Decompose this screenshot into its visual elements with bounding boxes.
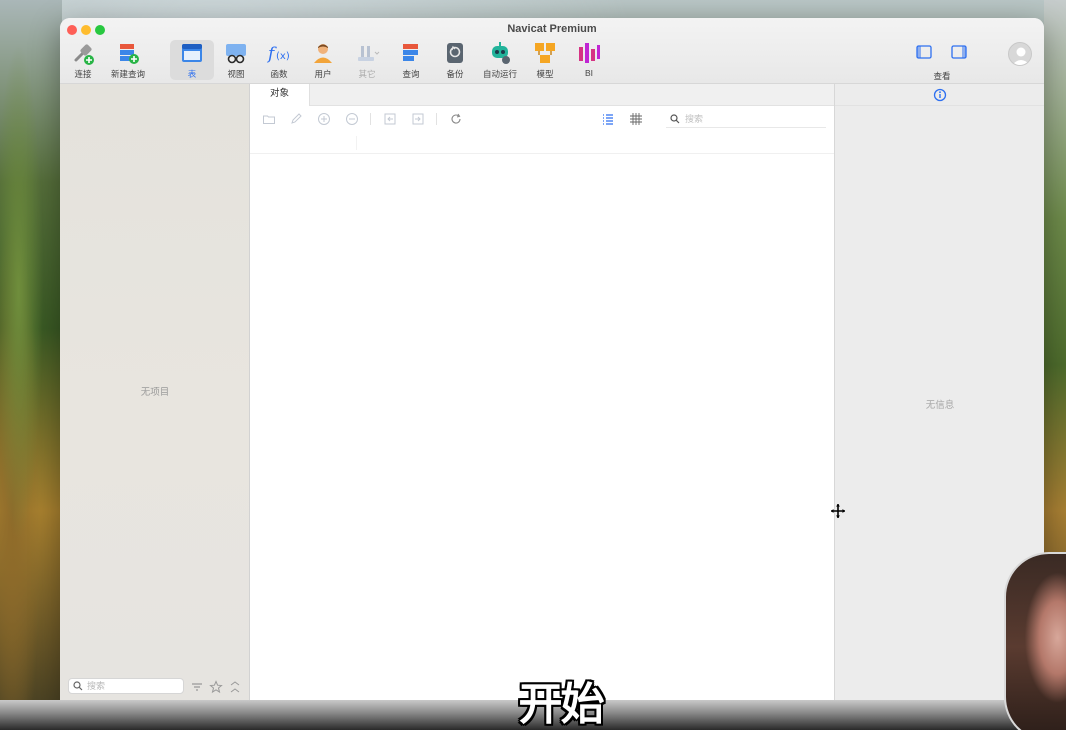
other-tools-icon	[358, 46, 380, 61]
user-avatar-icon	[1012, 47, 1030, 65]
toolbar-label: 模型	[536, 69, 554, 79]
view-label: 查看	[933, 71, 951, 81]
toolbar-connection-button[interactable]: 连接	[61, 40, 105, 80]
open-folder-icon[interactable]	[262, 112, 276, 126]
automation-robot-icon	[492, 42, 510, 64]
toolbar-new-query-button[interactable]: 新建查询	[106, 40, 150, 80]
toolbar-label: 查询	[402, 69, 420, 79]
info-icon[interactable]	[933, 88, 947, 102]
import-icon[interactable]	[383, 112, 397, 126]
info-panel-header	[835, 84, 1044, 106]
table-icon	[182, 44, 202, 62]
toolbar-label: 新建查询	[110, 69, 145, 79]
view-glasses-icon	[226, 44, 246, 64]
toggle-sidebar-left-icon[interactable]	[914, 42, 934, 62]
toolbar-label: BI	[584, 68, 594, 78]
new-query-icon	[120, 44, 139, 64]
edit-pencil-icon[interactable]	[289, 112, 303, 126]
column-divider	[356, 136, 357, 150]
toolbar-label: 自动运行	[482, 69, 517, 79]
toolbar-user-button[interactable]: 用户	[301, 40, 345, 80]
object-toolbar	[250, 106, 834, 132]
object-search-box[interactable]	[666, 110, 826, 128]
grid-view-icon[interactable]	[629, 112, 643, 126]
navigation-sidebar: 无项目	[60, 84, 250, 718]
object-list-header	[250, 132, 834, 154]
toolbar-function-button[interactable]: f (x) 函数	[257, 40, 301, 80]
toolbar-separator	[436, 113, 437, 125]
tab-objects[interactable]: 对象	[250, 84, 310, 106]
toolbar-backup-button[interactable]: 备份	[433, 40, 477, 80]
bi-chart-icon	[579, 43, 600, 63]
desktop-wallpaper-left	[0, 0, 62, 730]
tab-bar: 对象	[250, 84, 834, 106]
toolbar-other-button[interactable]: 其它	[345, 40, 389, 80]
list-view-icon[interactable]	[601, 112, 615, 126]
toolbar-table-button[interactable]: 表	[170, 40, 214, 80]
function-fx-icon: f (x)	[266, 44, 290, 64]
title-bar: Navicat Premium 连接 新建查询 表 视图 f (x) 函数 用户…	[60, 18, 1044, 84]
toolbar-label: 其它	[358, 69, 376, 79]
add-circle-icon[interactable]	[317, 112, 331, 126]
window-title: Navicat Premium	[507, 23, 597, 35]
query-icon	[403, 44, 418, 61]
toolbar-view-button[interactable]: 视图	[214, 40, 258, 80]
model-icon	[535, 43, 555, 63]
toggle-sidebar-right-icon[interactable]	[949, 42, 969, 62]
object-panel: 对象	[250, 84, 834, 718]
app-window: Navicat Premium 连接 新建查询 表 视图 f (x) 函数 用户…	[60, 18, 1044, 718]
user-icon	[314, 44, 332, 63]
toolbar-label: 视图	[227, 69, 245, 79]
svg-text:(x): (x)	[276, 51, 290, 62]
toolbar-label: 函数	[270, 69, 288, 79]
remove-circle-icon[interactable]	[345, 112, 359, 126]
toolbar-separator	[370, 113, 371, 125]
info-empty-text: 无信息	[925, 400, 955, 411]
account-avatar[interactable]	[1008, 42, 1032, 66]
toolbar-label: 备份	[446, 69, 464, 79]
connection-plug-icon	[74, 44, 94, 65]
resize-cursor-icon	[831, 504, 845, 518]
video-subtitle: 开始	[518, 679, 605, 730]
toolbar-model-button[interactable]: 模型	[523, 40, 567, 80]
toolbar-label: 用户	[314, 69, 332, 79]
toolbar-automation-button[interactable]: 自动运行	[478, 40, 522, 80]
toolbar-label: 连接	[74, 69, 92, 79]
refresh-icon[interactable]	[449, 112, 463, 126]
export-icon[interactable]	[411, 112, 425, 126]
search-icon	[670, 113, 680, 123]
backup-icon	[447, 43, 463, 63]
sidebar-empty-text: 无项目	[140, 387, 170, 398]
toolbar-query-button[interactable]: 查询	[389, 40, 433, 80]
toolbar-label: 表	[187, 69, 197, 79]
toolbar-bi-button[interactable]: BI	[567, 40, 611, 80]
object-search-input[interactable]	[685, 113, 815, 124]
